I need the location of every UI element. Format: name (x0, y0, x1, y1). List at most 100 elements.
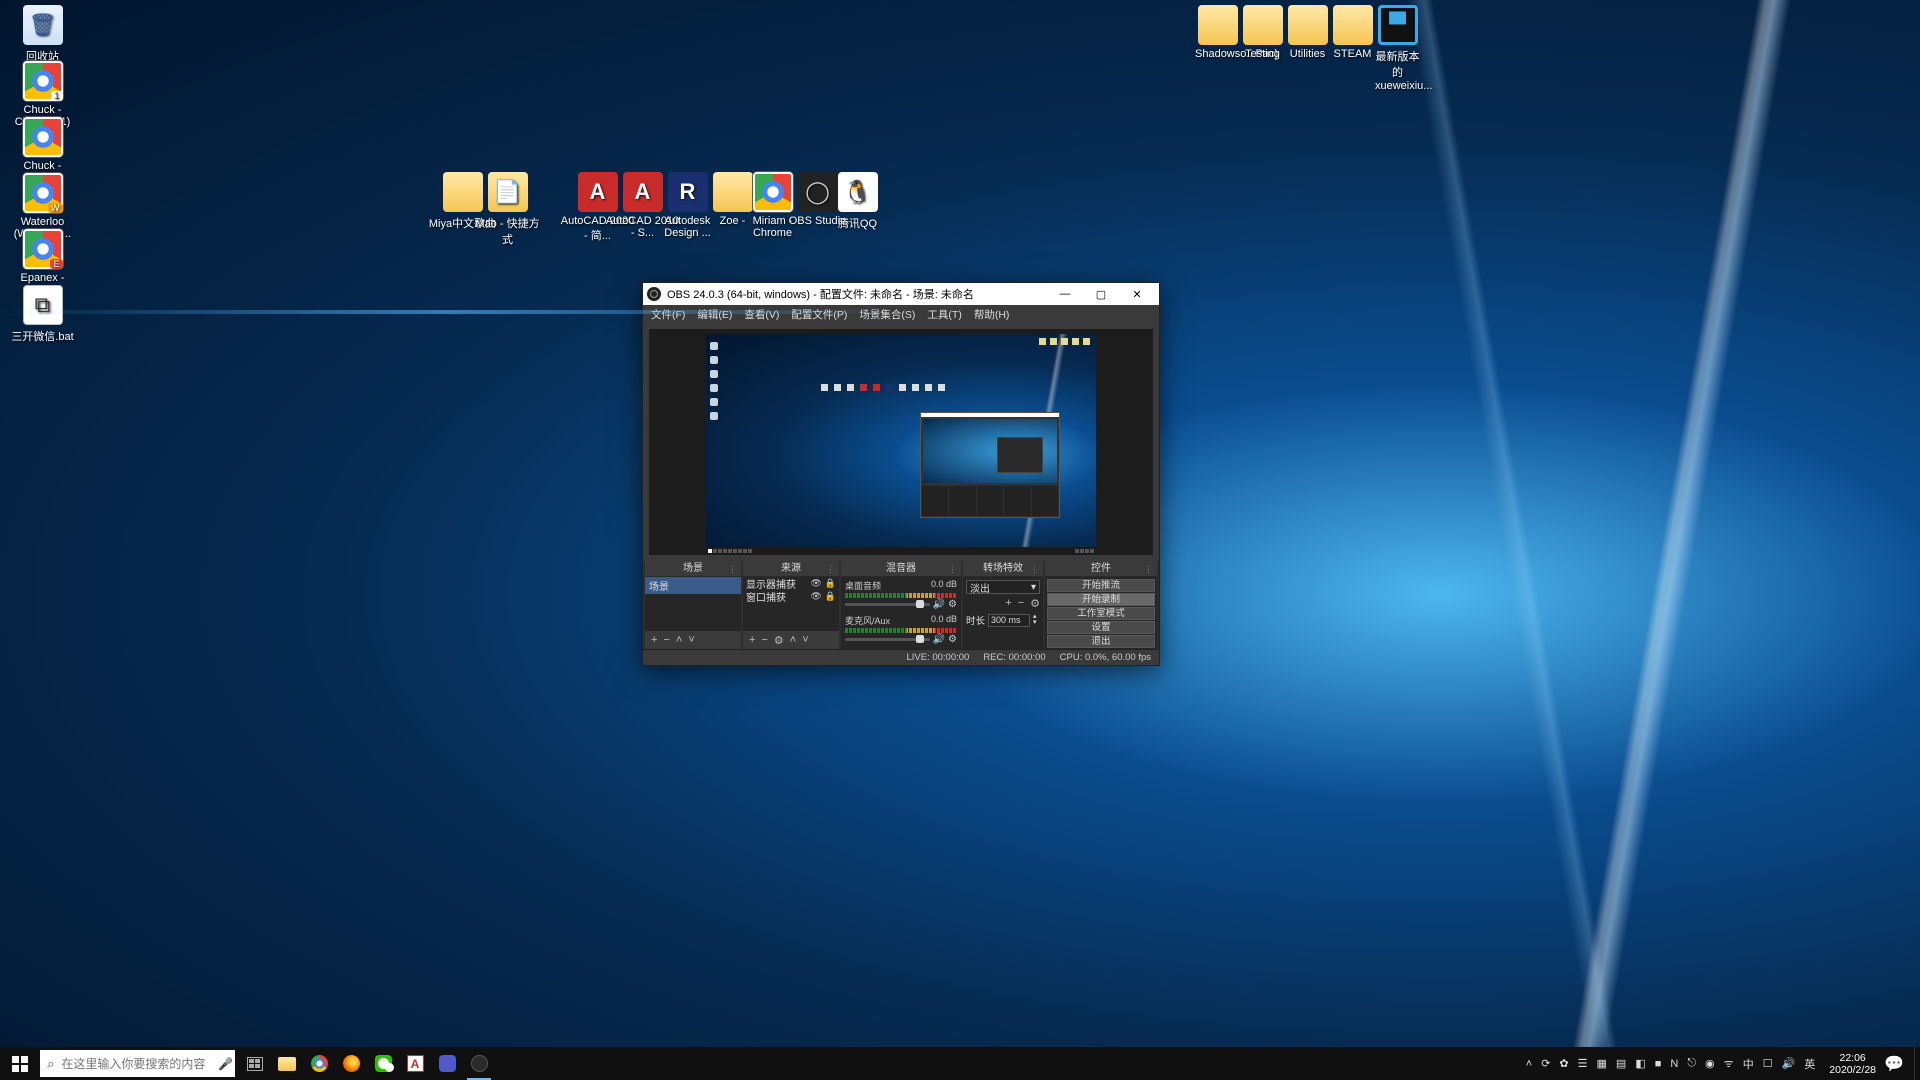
minimize-button[interactable]: — (1047, 283, 1083, 305)
start-button[interactable] (0, 1047, 40, 1080)
add-source-button[interactable]: + (749, 634, 755, 646)
close-button[interactable]: ✕ (1119, 283, 1155, 305)
menu-item[interactable]: 帮助(H) (974, 307, 1010, 322)
obs-preview[interactable] (649, 329, 1153, 555)
speaker-icon[interactable]: 🔊 (933, 634, 945, 645)
add-scene-button[interactable]: + (651, 634, 657, 646)
menu-item[interactable]: 文件(F) (651, 307, 685, 322)
tray-icon[interactable]: 🔊 (1782, 1057, 1796, 1070)
scene-down-button[interactable]: ˅ (688, 634, 694, 646)
lock-icon[interactable]: 🔒 (825, 578, 836, 589)
transition-select[interactable]: 淡出 ▾ (966, 580, 1040, 594)
taskbar-autocad[interactable]: A (399, 1047, 431, 1080)
control-button[interactable]: 设置 (1047, 621, 1155, 634)
lock-icon[interactable]: 🔒 (825, 591, 836, 602)
show-desktop-button[interactable] (1914, 1047, 1920, 1080)
transitions-body: 淡出 ▾ + − ⚙ 时长 ▴▾ (963, 577, 1043, 649)
icon-label: Shadowso...Pac) (1195, 48, 1240, 60)
search-input[interactable] (61, 1057, 216, 1071)
desktop-icon[interactable]: Shadowso...Pac) (1195, 5, 1240, 60)
tray-icon[interactable]: ⎋ (1687, 1057, 1696, 1070)
tray-icon[interactable]: ◧ (1635, 1057, 1645, 1070)
taskbar-teams[interactable] (431, 1047, 463, 1080)
tray-icon[interactable]: ˄ (1526, 1058, 1532, 1070)
menu-item[interactable]: 查看(V) (744, 307, 779, 322)
task-view-button[interactable] (239, 1047, 271, 1080)
tray-icon[interactable]: ☰ (1578, 1057, 1588, 1070)
menu-item[interactable]: 编辑(E) (697, 307, 732, 322)
menu-item[interactable]: 工具(T) (927, 307, 961, 322)
desktop-icon[interactable]: Utilities (1285, 5, 1330, 60)
menu-item[interactable]: 配置文件(P) (791, 307, 847, 322)
scene-item[interactable]: 场景 (645, 577, 741, 594)
source-up-button[interactable]: ˄ (790, 634, 796, 646)
tray-icon[interactable]: ▦ (1597, 1057, 1607, 1070)
speaker-icon[interactable]: 🔊 (933, 599, 945, 610)
desktop-icon[interactable]: 🐧腾讯QQ (820, 172, 895, 231)
gear-icon[interactable]: ⚙ (948, 634, 957, 645)
desktop-icon[interactable]: ⧉三开微信.bat (5, 285, 80, 344)
duration-input[interactable] (988, 614, 1030, 627)
desktop-icon[interactable]: ▝▘最新版本的xueweixiu... (1375, 5, 1420, 92)
maximize-button[interactable]: ▢ (1083, 283, 1119, 305)
taskbar-chrome[interactable] (303, 1047, 335, 1080)
desktop-icon[interactable]: 🗑回收站 (5, 5, 80, 64)
tray-icon[interactable]: ✿ (1559, 1057, 1568, 1070)
obs-title: OBS 24.0.3 (64-bit, windows) - 配置文件: 未命名… (667, 286, 974, 302)
taskbar-clock[interactable]: 22:06 2020/2/28 (1821, 1052, 1884, 1076)
desktop-icon[interactable]: STEAM (1330, 5, 1375, 60)
source-properties-button[interactable]: ⚙ (774, 634, 784, 647)
tray-icon[interactable]: ▤ (1616, 1057, 1626, 1070)
control-button[interactable]: 开始推流 (1047, 579, 1155, 592)
duration-label: 时长 (966, 613, 985, 627)
add-transition-button[interactable]: + (1005, 597, 1011, 610)
transitions-header[interactable]: 转场特效 (963, 561, 1043, 577)
control-button[interactable]: 开始录制 (1047, 593, 1155, 606)
remove-transition-button[interactable]: − (1018, 597, 1024, 610)
tray-icon[interactable]: 中 (1743, 1056, 1754, 1072)
scenes-header[interactable]: 场景 (645, 561, 741, 577)
tray-icon[interactable]: ■ (1655, 1058, 1662, 1070)
tray-icon[interactable]: 英 (1804, 1056, 1815, 1072)
controls-header[interactable]: 控件 (1045, 561, 1157, 577)
gear-icon[interactable]: ⚙ (948, 599, 957, 610)
channel-name: 桌面音频 (845, 579, 881, 592)
search-box[interactable]: ⌕ 🎤 (40, 1050, 235, 1077)
transitions-dock: 转场特效 淡出 ▾ + − ⚙ 时长 ▴▾ (963, 561, 1043, 649)
transition-settings-button[interactable]: ⚙ (1030, 597, 1040, 610)
volume-slider[interactable] (845, 638, 930, 641)
desktop-icon[interactable]: 📄Mao - 快捷方式 (470, 172, 545, 247)
control-button[interactable]: 退出 (1047, 635, 1155, 648)
sources-list[interactable]: 显示器捕获👁🔒窗口捕获👁🔒 (743, 577, 839, 631)
control-button[interactable]: 工作室模式 (1047, 607, 1155, 620)
scene-up-button[interactable]: ˄ (676, 634, 682, 646)
tray-icon[interactable]: N (1670, 1058, 1678, 1070)
duration-stepper[interactable]: ▴▾ (1033, 614, 1037, 626)
remove-source-button[interactable]: − (761, 634, 767, 646)
taskbar-file-explorer[interactable] (271, 1047, 303, 1080)
source-item[interactable]: 窗口捕获👁🔒 (743, 590, 839, 603)
audio-meter (845, 628, 957, 633)
taskbar-firefox[interactable] (335, 1047, 367, 1080)
menu-item[interactable]: 场景集合(S) (859, 307, 915, 322)
obs-titlebar[interactable]: OBS 24.0.3 (64-bit, windows) - 配置文件: 未命名… (643, 283, 1159, 305)
obs-window[interactable]: OBS 24.0.3 (64-bit, windows) - 配置文件: 未命名… (642, 282, 1160, 666)
visibility-icon[interactable]: 👁 (810, 591, 821, 602)
mic-icon[interactable]: 🎤 (216, 1057, 235, 1071)
action-center-button[interactable]: 💬 (1884, 1054, 1914, 1074)
taskbar-obs[interactable] (463, 1047, 495, 1080)
remove-scene-button[interactable]: − (663, 634, 669, 646)
scenes-list[interactable]: 场景 (645, 577, 741, 631)
source-down-button[interactable]: ˅ (802, 634, 808, 646)
sources-header[interactable]: 来源 (743, 561, 839, 577)
tray-icon[interactable]: ⟳ (1541, 1057, 1550, 1070)
taskbar-wechat[interactable] (367, 1047, 399, 1080)
visibility-icon[interactable]: 👁 (810, 578, 821, 589)
mixer-header[interactable]: 混音器 (841, 561, 961, 577)
tray-icon[interactable]: ◉ (1705, 1057, 1715, 1070)
tray-icon[interactable]: ᯤ (1724, 1056, 1734, 1071)
volume-slider[interactable] (845, 603, 930, 606)
desktop-icon[interactable]: Testing (1240, 5, 1285, 60)
tray-icon[interactable]: ☐ (1763, 1057, 1773, 1070)
obs-logo-icon (647, 287, 661, 301)
